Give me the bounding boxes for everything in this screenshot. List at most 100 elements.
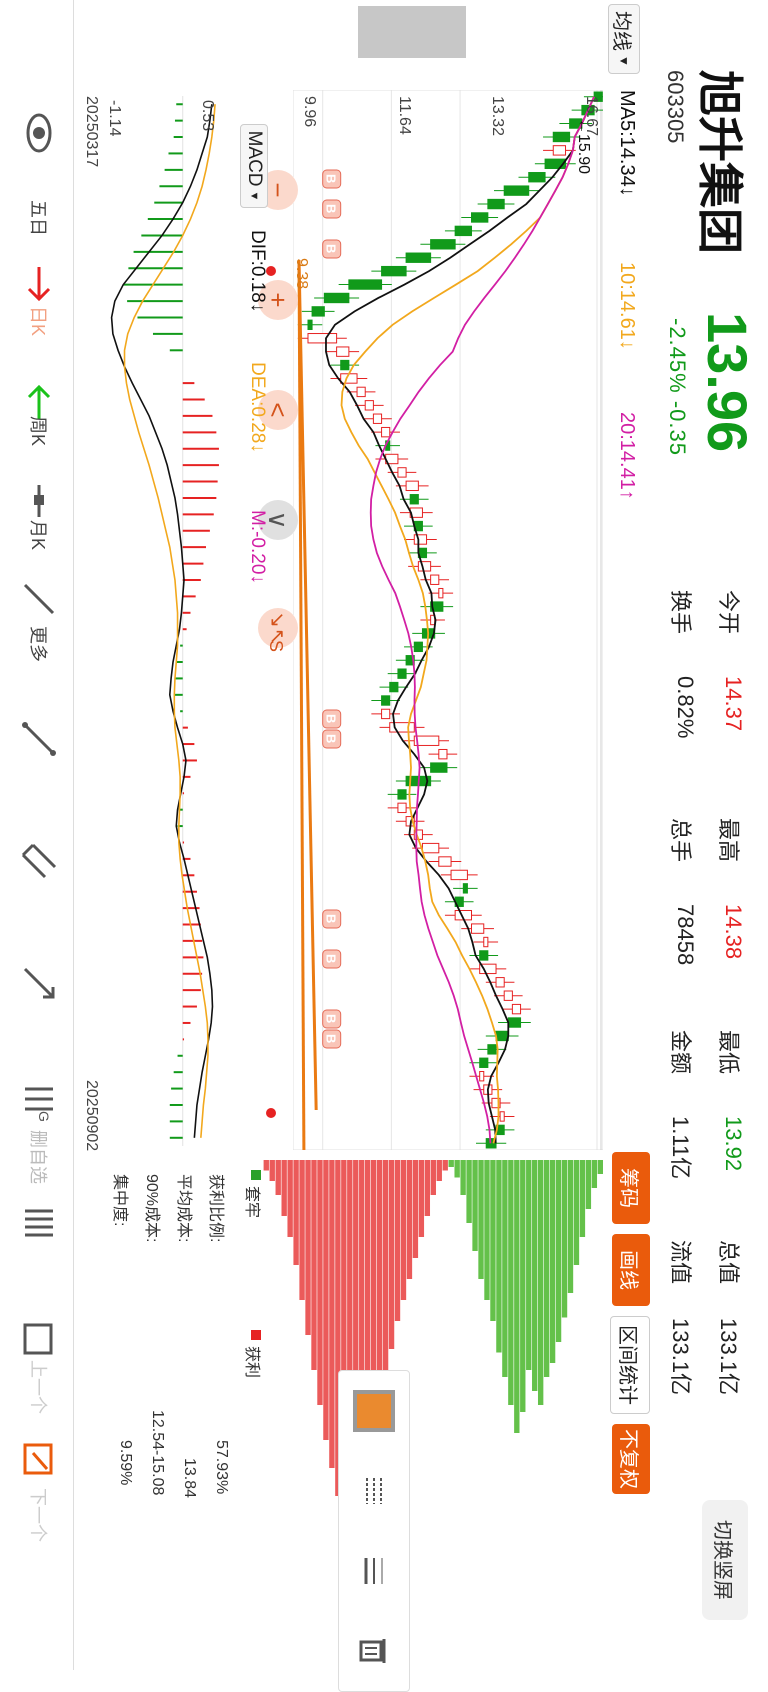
chip-bar-profit bbox=[424, 1160, 431, 1216]
macd-axis-top: 0.53 bbox=[199, 100, 216, 132]
chip-bar-profit bbox=[263, 1160, 269, 1171]
ma10-line bbox=[340, 96, 595, 1144]
legend-trap-swatch bbox=[251, 1170, 261, 1180]
chip-bar-trap bbox=[579, 1160, 586, 1237]
candle-body bbox=[307, 319, 313, 331]
mktcap-value: 133.1亿 bbox=[716, 1318, 741, 1396]
chip-bar-trap bbox=[591, 1160, 598, 1188]
macd-axis-bottom: -1.14 bbox=[106, 100, 123, 137]
ma-select[interactable]: 均线 ▼ bbox=[608, 4, 640, 74]
ray-line-icon[interactable] bbox=[16, 960, 62, 1006]
dashed-line-icon[interactable] bbox=[351, 1468, 397, 1514]
chip-bar-trap bbox=[454, 1160, 460, 1178]
next-stock-button[interactable]: 下一个 bbox=[26, 1488, 52, 1542]
chip-bar-trap bbox=[472, 1160, 478, 1251]
candle-body bbox=[450, 869, 468, 881]
chip-bar-profit bbox=[436, 1160, 442, 1181]
switch-portrait-button[interactable]: 切换竖屏 bbox=[702, 1500, 748, 1620]
draw-style-toolbar bbox=[338, 1370, 410, 1692]
month-k-button[interactable]: 月K bbox=[26, 520, 52, 550]
buy-marker: B bbox=[322, 1029, 342, 1049]
cost90-value: 12.54-15.08 bbox=[149, 1410, 166, 1496]
trash-icon[interactable] bbox=[351, 1628, 397, 1674]
candle-body bbox=[389, 681, 399, 693]
candle-body bbox=[397, 668, 407, 679]
eye-icon[interactable] bbox=[16, 110, 62, 156]
day-k-button[interactable]: 日K bbox=[26, 306, 52, 336]
volume-label: 总手 bbox=[668, 818, 693, 863]
range-stats-tab[interactable]: 区间统计 bbox=[610, 1316, 650, 1414]
candle-body bbox=[409, 494, 419, 505]
chip-bar-trap bbox=[549, 1160, 556, 1363]
float-label: 流值 bbox=[668, 1240, 693, 1285]
chip-bar-profit bbox=[317, 1160, 323, 1405]
chip-bar-profit bbox=[430, 1160, 436, 1195]
candle-body bbox=[381, 708, 391, 720]
chip-bar-trap bbox=[573, 1160, 580, 1265]
prev-stock-button[interactable]: 上一个 bbox=[26, 1360, 52, 1414]
pencil-icon[interactable] bbox=[16, 576, 62, 622]
draw-line-tab[interactable]: 画线 bbox=[612, 1234, 650, 1306]
more-button[interactable]: 更多 bbox=[26, 626, 52, 662]
macd-chart[interactable] bbox=[103, 96, 223, 1146]
bottom-toolbar bbox=[0, 0, 74, 1670]
legend-trap: 套牢 bbox=[243, 1186, 260, 1219]
buy-marker-label: B bbox=[324, 1014, 339, 1023]
buy-marker-label: B bbox=[324, 734, 339, 743]
candle-body bbox=[417, 561, 432, 572]
concentration-label: 集中度: bbox=[111, 1174, 128, 1227]
chip-bar-trap bbox=[561, 1160, 568, 1318]
turnover-value: 0.82% bbox=[673, 676, 698, 739]
candle-body bbox=[471, 923, 485, 934]
vertical-lines-icon[interactable] bbox=[16, 1200, 62, 1246]
candle-body bbox=[528, 172, 546, 183]
buy-marker: B bbox=[322, 199, 342, 219]
buy-marker-label: B bbox=[324, 244, 339, 253]
high-value: 14.38 bbox=[721, 904, 746, 960]
chips-tab[interactable]: 筹码 bbox=[612, 1152, 650, 1224]
adjust-tab[interactable]: 不复权 bbox=[612, 1424, 650, 1494]
profit-ratio-label: 获利比例: bbox=[207, 1174, 224, 1243]
buy-marker: B bbox=[322, 1009, 342, 1029]
chevron-down-icon: ▼ bbox=[248, 190, 260, 202]
segment-icon[interactable] bbox=[16, 478, 62, 524]
indicator-select[interactable]: MACD ▼ bbox=[240, 124, 268, 208]
rectangle-icon[interactable] bbox=[16, 1316, 62, 1362]
open-label: 今开 bbox=[716, 590, 741, 635]
price-axis-3: 11.64 bbox=[396, 96, 413, 135]
indicator-select-label: MACD bbox=[244, 130, 265, 187]
fibonacci-icon[interactable]: G bbox=[16, 1080, 62, 1126]
candle-body bbox=[397, 789, 407, 800]
parallel-line-icon[interactable] bbox=[16, 838, 62, 884]
color-picker[interactable] bbox=[351, 1388, 397, 1434]
low-label: 最低 bbox=[716, 1030, 741, 1075]
buy-marker: B bbox=[322, 909, 342, 929]
delete-custom-button[interactable]: 删自选 bbox=[26, 1130, 52, 1184]
buy-marker: B bbox=[322, 949, 342, 969]
dif-line bbox=[110, 104, 214, 1138]
chip-bar-profit bbox=[406, 1160, 413, 1279]
chip-bar-trap bbox=[496, 1160, 502, 1353]
date-start: 20250317 bbox=[83, 96, 100, 168]
line-width-icon[interactable] bbox=[351, 1548, 397, 1594]
open-value: 14.37 bbox=[721, 676, 746, 732]
legend-profit: 获利 bbox=[243, 1346, 260, 1379]
candle-body bbox=[479, 1071, 485, 1082]
avg-cost-value: 13.84 bbox=[181, 1458, 198, 1499]
legend-profit-swatch bbox=[251, 1330, 261, 1340]
line-tool-icon[interactable] bbox=[16, 716, 62, 762]
week-k-button[interactable]: 周K bbox=[26, 416, 52, 446]
candle-body bbox=[462, 883, 468, 894]
chip-bar-trap bbox=[543, 1160, 550, 1377]
dea-value: DEA:0.28↓ bbox=[247, 362, 268, 453]
up-arrow-icon[interactable] bbox=[16, 260, 62, 306]
chip-bar-trap bbox=[502, 1160, 508, 1377]
chip-bar-trap bbox=[520, 1160, 526, 1412]
candle-body bbox=[413, 641, 423, 653]
zoom-rect-icon[interactable] bbox=[16, 1436, 62, 1482]
candle-body bbox=[381, 426, 391, 438]
chip-bar-profit bbox=[275, 1160, 281, 1195]
fiveday-button[interactable]: 五日 bbox=[26, 200, 52, 236]
candle-body bbox=[499, 1111, 505, 1122]
kline-chart[interactable]: B B B B B B B B B bbox=[293, 90, 603, 1150]
